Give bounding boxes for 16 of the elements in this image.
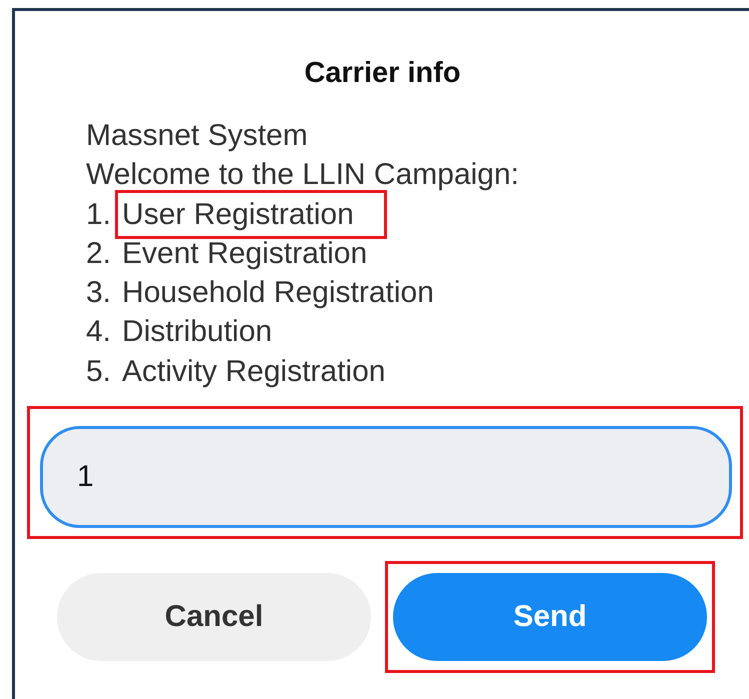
option-label: Distribution (122, 315, 272, 348)
option-number: 3. (86, 275, 112, 312)
option-label: Activity Registration (122, 354, 386, 388)
option-label: Event Registration (122, 236, 368, 270)
send-button[interactable]: Send (393, 573, 707, 662)
dialog-title: Carrier info (303, 57, 462, 90)
cancel-button[interactable]: Cancel (57, 573, 371, 662)
option-label: User Registration (122, 198, 354, 231)
message-text: Massnet System (86, 118, 308, 154)
option-number: 5. (86, 354, 112, 390)
option-number: 2. (86, 236, 112, 272)
input-field[interactable]: 1 (40, 426, 732, 528)
option-number: 1. (86, 196, 112, 233)
option-number: 4. (86, 314, 112, 350)
option-label: Household Registration (122, 276, 434, 310)
message-text: Welcome to the LLIN Campaign: (86, 157, 519, 194)
